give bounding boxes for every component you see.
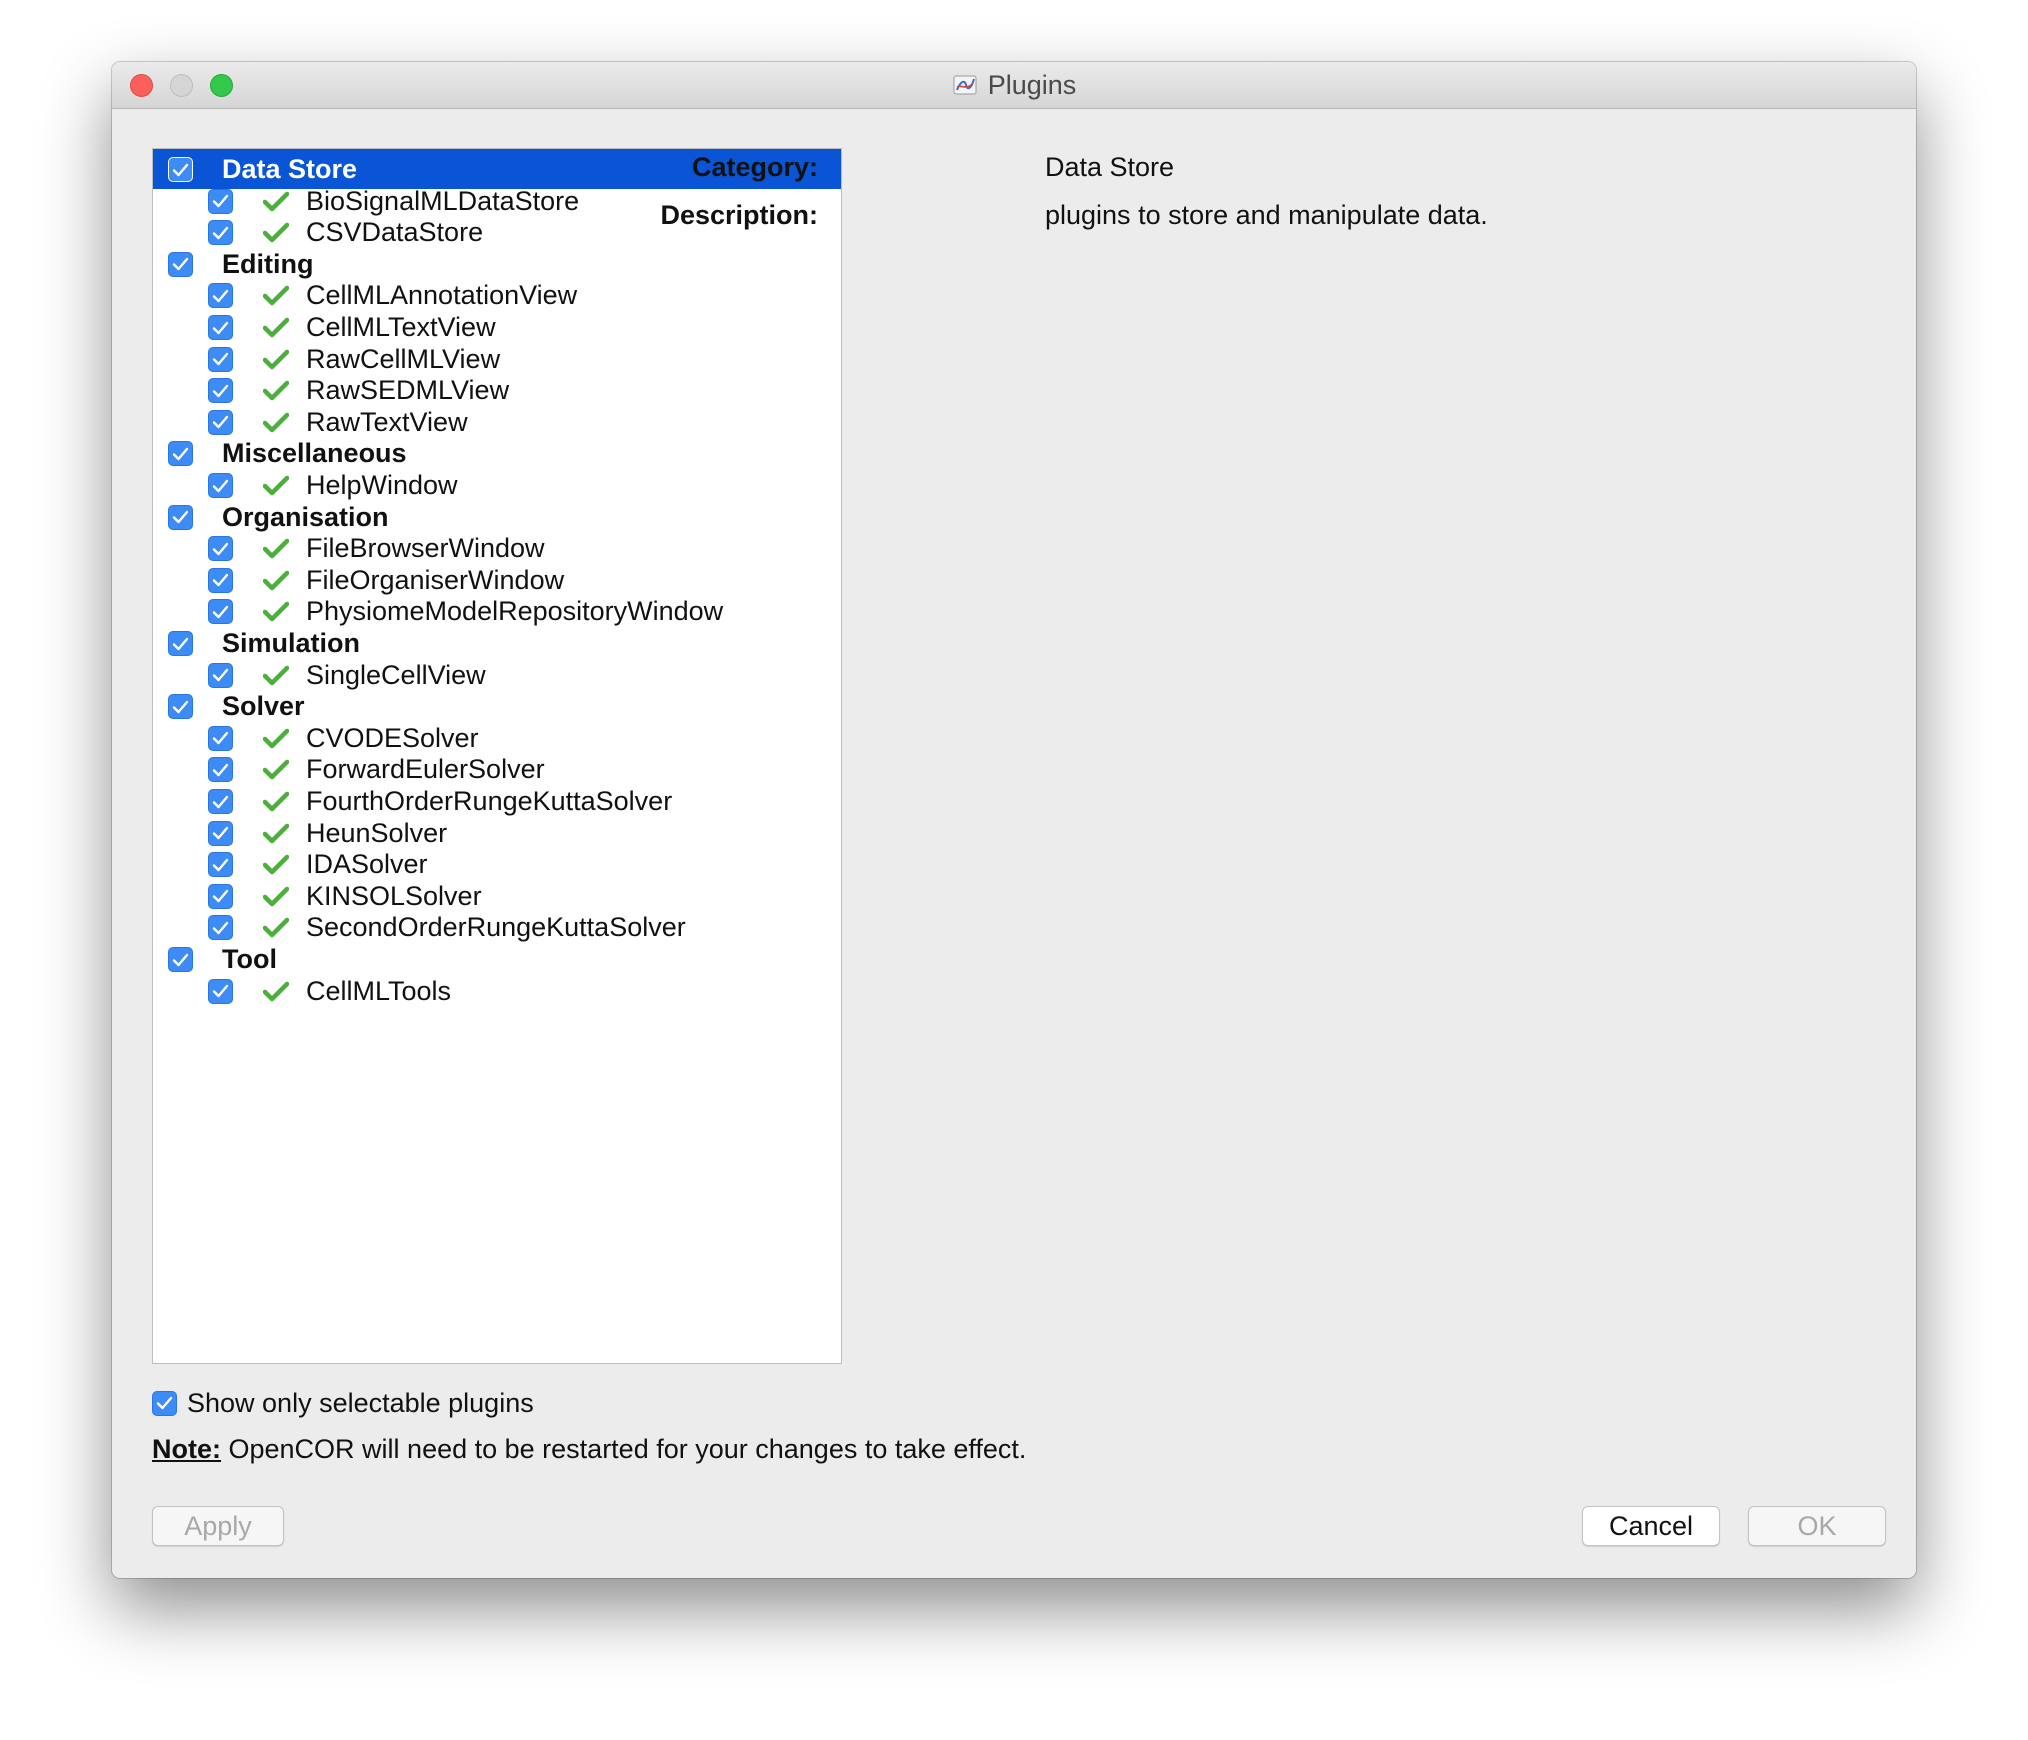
- checkmark-icon: [212, 574, 229, 587]
- plugin-checkbox[interactable]: [208, 567, 233, 593]
- plugin-ok-icon: [263, 886, 289, 907]
- ok-button[interactable]: OK: [1748, 1506, 1886, 1546]
- category-checkbox[interactable]: [168, 631, 193, 656]
- checkmark-icon: [212, 921, 229, 935]
- description-value: plugins to store and manipulate data.: [1045, 200, 1488, 230]
- plugin-ok-icon: [263, 854, 289, 875]
- checkmark-icon: [212, 194, 229, 208]
- plugin-row[interactable]: CellMLTools: [153, 971, 841, 1011]
- plugin-ok-icon: [263, 191, 289, 211]
- category-label: Category:: [691, 152, 818, 182]
- checkmark-icon: [212, 479, 229, 492]
- plugin-checkbox[interactable]: [208, 188, 233, 214]
- checkmark-icon: [212, 321, 229, 334]
- plugins-tree[interactable]: Data Store BioSignalMLDataStore CSVDataSto…: [152, 148, 842, 1364]
- plugin-checkbox[interactable]: [208, 599, 233, 625]
- category-checkbox[interactable]: [168, 251, 193, 277]
- plugin-checkbox[interactable]: [208, 820, 233, 846]
- checkmark-icon: [212, 289, 229, 303]
- plugin-ok-icon: [263, 286, 289, 306]
- checkmark-icon: [212, 542, 229, 555]
- category-checkbox[interactable]: [168, 504, 193, 530]
- checkmark-icon: [172, 510, 189, 524]
- plugin-checkbox[interactable]: [208, 725, 233, 751]
- category-checkbox[interactable]: [168, 694, 193, 720]
- window-title-area: Plugins: [112, 62, 1916, 108]
- plugin-ok-icon: [263, 222, 289, 243]
- category-value: Data Store: [1045, 152, 1175, 182]
- plugin-checkbox[interactable]: [208, 915, 233, 941]
- plugin-checkbox[interactable]: [208, 883, 233, 909]
- plugin-checkbox[interactable]: [208, 662, 233, 688]
- plugin-ok-icon: [263, 665, 289, 685]
- checkmark-icon: [212, 384, 229, 397]
- show-only-selectable-label: Show only selectable plugins: [187, 1387, 534, 1418]
- plugin-checkbox[interactable]: [208, 378, 233, 404]
- plugin-ok-icon: [263, 349, 289, 369]
- checkmark-icon: [172, 163, 189, 176]
- plugin-checkbox[interactable]: [208, 220, 233, 246]
- category-checkbox[interactable]: [168, 157, 193, 182]
- apply-button[interactable]: Apply: [152, 1506, 284, 1546]
- plugin-checkbox[interactable]: [208, 346, 233, 372]
- plugin-checkbox[interactable]: [208, 978, 233, 1004]
- plugin-ok-icon: [263, 538, 289, 559]
- plugin-ok-icon: [263, 981, 289, 1001]
- plugin-ok-icon: [263, 602, 289, 622]
- checkmark-icon: [172, 637, 189, 650]
- plugin-ok-icon: [263, 760, 289, 780]
- checkmark-icon: [172, 700, 189, 713]
- checkmark-icon: [172, 447, 189, 461]
- checkmark-icon: [212, 226, 229, 239]
- note-text: OpenCOR will need to be restarted for yo…: [221, 1434, 1027, 1464]
- category-checkbox[interactable]: [168, 441, 193, 467]
- title-bar[interactable]: Plugins: [112, 62, 1916, 109]
- checkmark-icon: [212, 795, 229, 808]
- plugin-ok-icon: [263, 380, 289, 401]
- checkmark-icon: [212, 826, 229, 840]
- window-title: Plugins: [987, 69, 1077, 100]
- plugin-label: CellMLTools: [306, 975, 452, 1006]
- plugin-ok-icon: [263, 728, 289, 749]
- plugin-ok-icon: [263, 823, 289, 843]
- checkmark-icon: [156, 1396, 173, 1410]
- show-only-selectable-checkbox[interactable]: [152, 1390, 177, 1416]
- checkmark-icon: [212, 890, 229, 903]
- category-checkbox[interactable]: [168, 947, 193, 972]
- plugin-ok-icon: [263, 412, 289, 433]
- cancel-button[interactable]: Cancel: [1582, 1506, 1720, 1546]
- checkmark-icon: [172, 953, 189, 966]
- checkmark-icon: [212, 763, 229, 777]
- checkmark-icon: [212, 858, 229, 871]
- plugin-ok-icon: [263, 317, 289, 338]
- show-only-selectable-option[interactable]: Show only selectable plugins: [152, 1388, 534, 1418]
- checkmark-icon: [212, 732, 229, 745]
- plugin-ok-icon: [263, 570, 289, 591]
- plugin-checkbox[interactable]: [208, 852, 233, 878]
- plugin-ok-icon: [263, 918, 289, 938]
- plugin-checkbox[interactable]: [208, 473, 233, 498]
- note-label: Note:: [152, 1434, 221, 1464]
- checkmark-icon: [212, 352, 229, 366]
- plugins-dialog: Plugins Data Store BioSignalMLDataStore CS…: [112, 62, 1916, 1578]
- checkmark-icon: [212, 416, 229, 429]
- plugin-checkbox[interactable]: [208, 315, 233, 340]
- restart-note: Note: OpenCOR will need to be restarted …: [152, 1434, 1026, 1465]
- plugin-checkbox[interactable]: [208, 283, 233, 309]
- checkmark-icon: [212, 668, 229, 682]
- opencor-app-icon: [953, 75, 977, 95]
- description-label: Description:: [660, 200, 818, 230]
- checkmark-icon: [212, 984, 229, 998]
- checkmark-icon: [172, 258, 189, 271]
- plugin-checkbox[interactable]: [208, 789, 233, 814]
- plugin-checkbox[interactable]: [208, 536, 233, 562]
- checkmark-icon: [212, 605, 229, 619]
- plugin-ok-icon: [263, 791, 289, 812]
- plugin-ok-icon: [263, 475, 289, 496]
- plugin-checkbox[interactable]: [208, 757, 233, 783]
- plugin-checkbox[interactable]: [208, 409, 233, 435]
